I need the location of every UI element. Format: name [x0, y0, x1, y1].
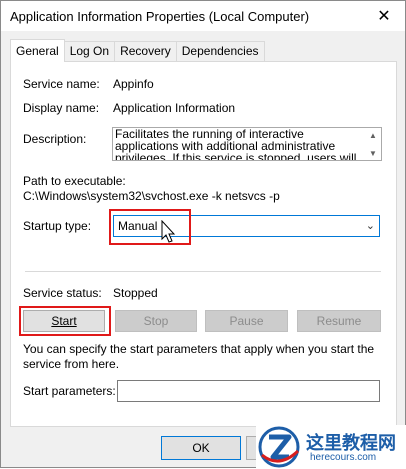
service-status-label: Service status: [23, 286, 102, 300]
start-highlight-box [19, 306, 111, 336]
ok-button[interactable]: OK [161, 436, 241, 460]
close-icon[interactable]: ✕ [373, 5, 395, 27]
service-name-value: Appinfo [113, 77, 154, 91]
watermark-url: herecours.com [310, 452, 377, 463]
path-label: Path to executable: [23, 174, 126, 188]
watermark-logo-icon [258, 426, 300, 468]
startup-highlight-box [109, 209, 191, 245]
start-params-input[interactable] [117, 380, 380, 402]
stop-button-label: Stop [143, 314, 169, 328]
display-name-label: Display name: [23, 101, 100, 115]
properties-dialog: Application Information Properties (Loca… [0, 0, 406, 469]
tab-general[interactable]: General [10, 39, 65, 62]
pause-button[interactable]: Pause [205, 310, 288, 332]
description-box[interactable]: Facilitates the running of interactive a… [112, 127, 382, 161]
tab-log-on[interactable]: Log On [63, 41, 116, 61]
ok-button-label: OK [192, 441, 210, 455]
display-name-value: Application Information [113, 101, 236, 115]
service-name-label: Service name: [23, 77, 100, 91]
start-params-hint: You can specify the start parameters tha… [23, 342, 375, 371]
title-bar: Application Information Properties (Loca… [1, 1, 405, 31]
description-label: Description: [23, 132, 87, 146]
stop-button[interactable]: Stop [115, 310, 197, 332]
resume-button[interactable]: Resume [297, 310, 381, 332]
scroll-down-icon[interactable]: ▼ [366, 147, 380, 159]
general-panel: Service name: Appinfo Display name: Appl… [10, 61, 397, 427]
divider [25, 271, 381, 272]
chevron-down-icon[interactable]: ⌄ [366, 219, 375, 232]
path-value: C:\Windows\system32\svchost.exe -k netsv… [23, 189, 280, 203]
window-title: Application Information Properties (Loca… [10, 9, 310, 24]
resume-button-label: Resume [316, 314, 362, 328]
description-text: Facilitates the running of interactive a… [115, 127, 357, 161]
tab-strip: General Log On Recovery Dependencies [10, 39, 265, 62]
start-params-label: Start parameters: [23, 384, 116, 398]
mouse-cursor-icon [161, 220, 176, 243]
service-status-value: Stopped [113, 286, 158, 300]
watermark: 这里教程网 herecours.com [256, 425, 406, 469]
tab-recovery[interactable]: Recovery [114, 41, 177, 61]
tab-dependencies[interactable]: Dependencies [175, 41, 265, 61]
startup-type-label: Startup type: [23, 219, 92, 233]
pause-button-label: Pause [229, 314, 264, 328]
scroll-up-icon[interactable]: ▲ [366, 129, 380, 141]
